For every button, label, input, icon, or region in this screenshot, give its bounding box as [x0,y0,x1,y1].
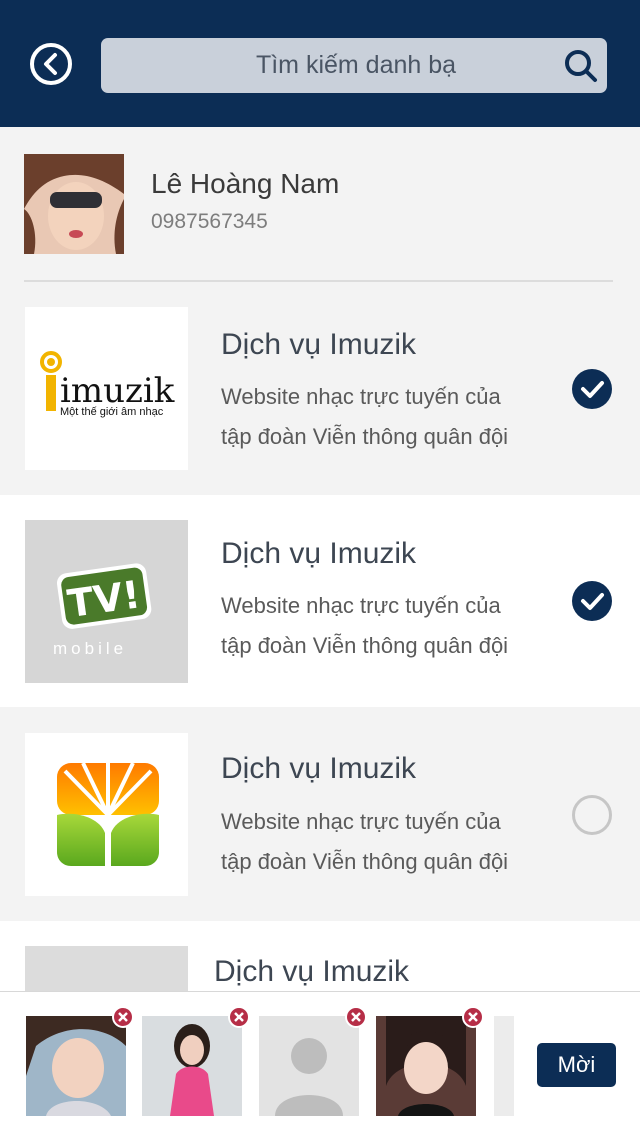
service-title: Dịch vụ Imuzik [221,752,417,785]
selected-item[interactable] [259,1006,367,1116]
service-row[interactable]: imuzik Một thế giới âm nhạc Dịch vụ Imuz… [0,282,640,494]
app-logo [25,733,188,896]
svg-text:mobile: mobile [53,639,127,658]
service-description: Website nhạc trực tuyến của tập đoàn Viễ… [221,384,509,449]
default-avatar-icon [259,1016,359,1116]
remove-icon[interactable] [345,1006,367,1028]
service-description: Website nhạc trực tuyến của tập đoàn Viễ… [221,809,509,874]
avatar [24,154,124,254]
back-icon[interactable] [28,41,74,87]
selected-avatar [142,1016,242,1116]
search-icon[interactable] [563,48,599,84]
contact-name: Lê Hoàng Nam [151,168,340,199]
svg-text:imuzik: imuzik [60,371,175,411]
selected-avatar [376,1016,476,1116]
invite-button[interactable]: Mời [537,1043,616,1087]
service-row[interactable]: TV! mobile Dịch vụ Imuzik Website nhạc t… [0,495,640,707]
selected-item[interactable] [26,1006,134,1116]
service-logo-placeholder [25,946,188,991]
remove-icon[interactable] [112,1006,134,1028]
tv-mobile-logo: TV! mobile [25,520,188,683]
search-box [101,38,607,93]
service-row[interactable]: Dịch vụ Imuzik Website nhạc trực tuyến c… [0,708,640,920]
service-title: Dịch vụ Imuzik [214,955,410,988]
service-description: Website nhạc trực tuyến của tập đoàn Viễ… [221,593,509,658]
remove-icon[interactable] [462,1006,484,1028]
service-title: Dịch vụ Imuzik [221,537,417,570]
service-title: Dịch vụ Imuzik [221,328,417,361]
remove-icon[interactable] [228,1006,250,1028]
service-row[interactable]: Dịch vụ Imuzik [0,921,640,991]
selected-item[interactable] [142,1006,250,1116]
selected-item[interactable] [376,1006,484,1116]
selected-item-partial [494,1016,514,1116]
search-input[interactable] [101,38,561,93]
checked-icon[interactable] [572,581,612,621]
checked-icon[interactable] [572,369,612,409]
imuzik-logo: imuzik Một thế giới âm nhạc [25,307,188,470]
contact-phone: 0987567345 [151,210,268,233]
contact-card[interactable]: Lê Hoàng Nam 0987567345 [0,127,640,280]
selected-avatar [26,1016,126,1116]
unchecked-icon[interactable] [572,795,612,835]
selected-bar: Mời [0,991,640,1136]
header-bar [0,0,640,127]
svg-text:Một thế giới âm nhạc: Một thế giới âm nhạc [60,406,164,418]
